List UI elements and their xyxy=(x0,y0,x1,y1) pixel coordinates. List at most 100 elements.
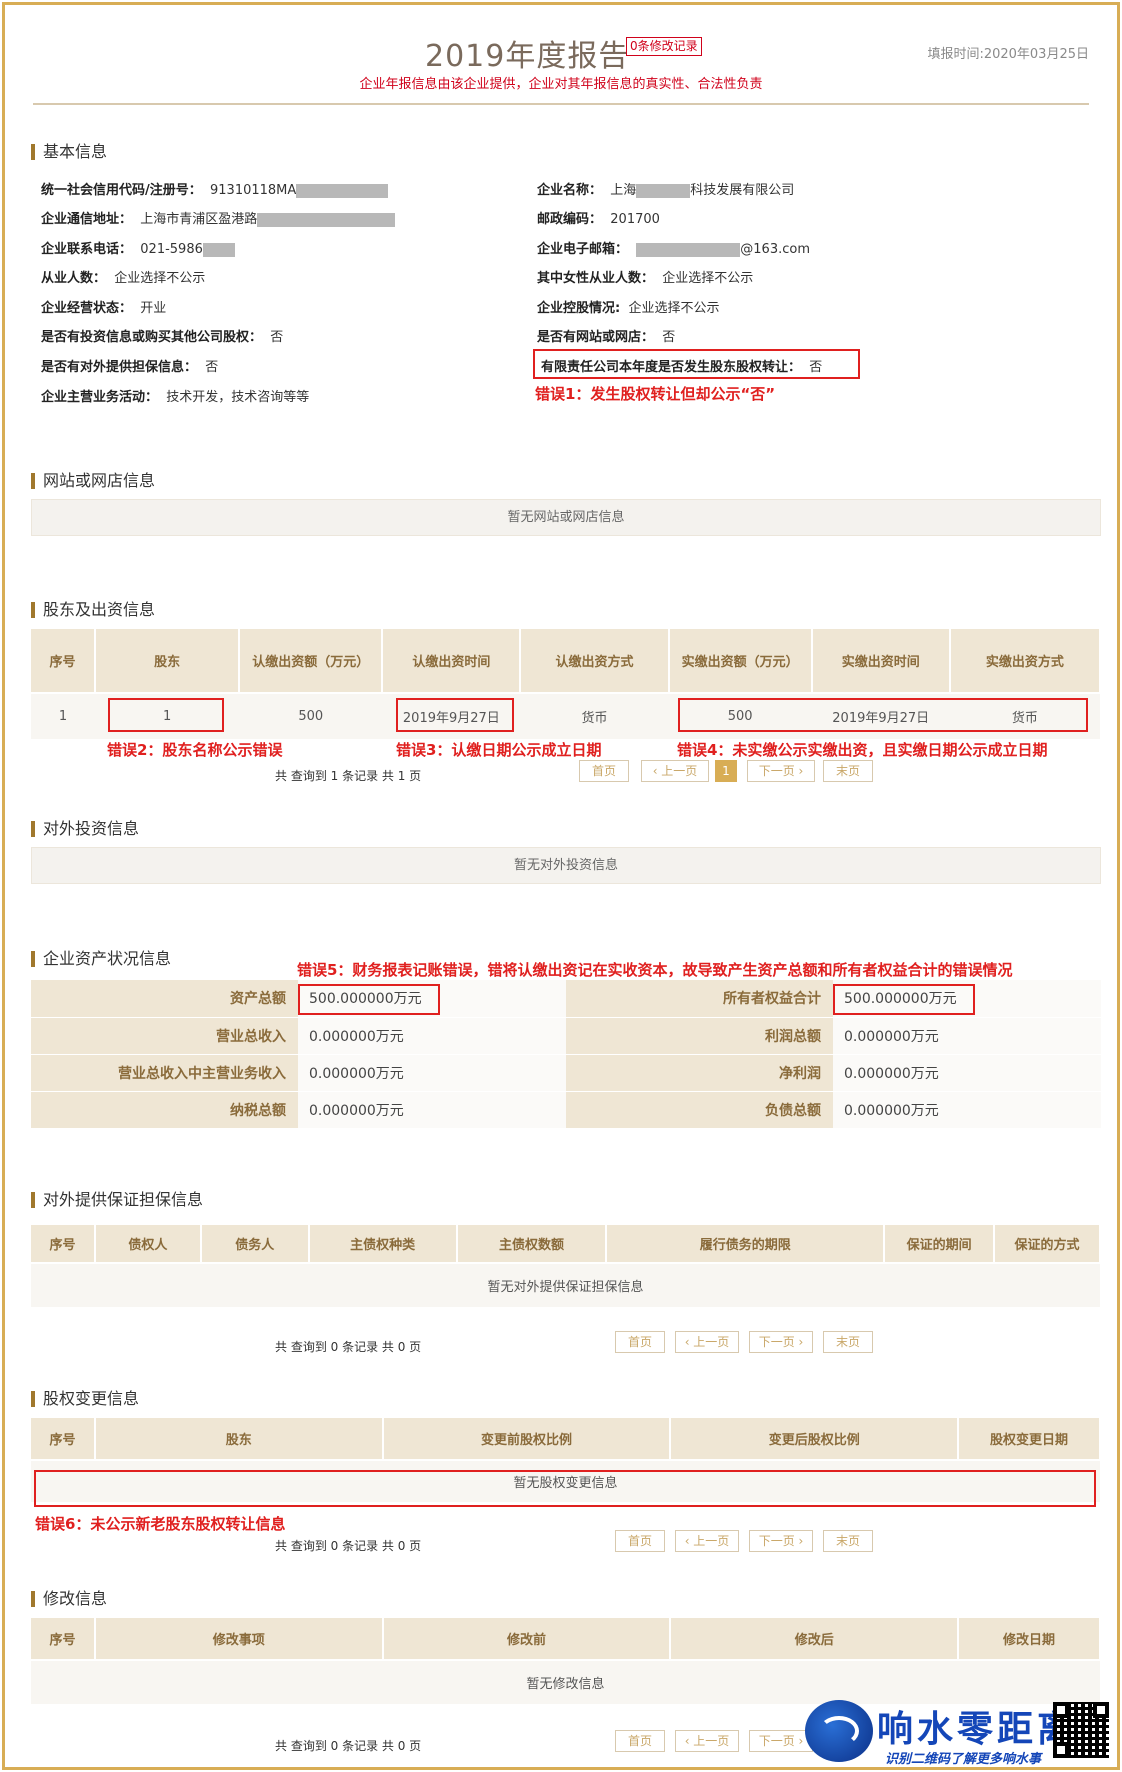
pager-last-button[interactable]: 末页 xyxy=(823,1530,873,1552)
error-highlight-box xyxy=(396,698,514,732)
col-header: 股东 xyxy=(95,629,241,693)
section-title-shareholders: 股东及出资信息 xyxy=(31,602,155,618)
field-postcode: 邮政编码： 201700 xyxy=(537,212,660,227)
asset-key: 利润总额 xyxy=(566,1017,833,1055)
pager-page-button[interactable]: 1 xyxy=(715,760,737,782)
asset-key: 营业总收入中主营业务收入 xyxy=(31,1054,298,1092)
redaction-mask xyxy=(636,242,741,257)
pager-last-button[interactable]: 末页 xyxy=(823,760,873,782)
table-row: 营业总收入 0.000000万元 利润总额 0.000000万元 xyxy=(31,1017,1101,1055)
pager-prev-button[interactable]: ‹ 上一页 xyxy=(675,1530,739,1552)
pager-first-button[interactable]: 首页 xyxy=(615,1730,665,1752)
error-label-1: 错误1：发生股权转让但却公示“否” xyxy=(535,385,776,403)
col-header: 序号 xyxy=(31,1225,96,1263)
table-row: 暂无修改信息 xyxy=(31,1659,1100,1704)
section-title-basic-info: 基本信息 xyxy=(31,144,107,160)
col-header: 保证的方式 xyxy=(994,1225,1101,1263)
table-row: 暂无对外提供保证担保信息 xyxy=(31,1262,1100,1307)
col-header: 修改前 xyxy=(382,1618,672,1660)
asset-key: 负债总额 xyxy=(566,1091,833,1129)
field-address: 企业通信地址： 上海市青浦区盈港路 xyxy=(41,208,396,227)
section-title-assets: 企业资产状况信息 xyxy=(31,951,171,967)
table-header-row: 序号 股东 变更前股权比例 变更后股权比例 股权变更日期 xyxy=(31,1418,1101,1460)
col-header: 主债权数额 xyxy=(456,1225,608,1263)
field-email: 企业电子邮箱： @163.com xyxy=(537,242,810,257)
col-header: 修改日期 xyxy=(958,1618,1101,1660)
table-row: 营业总收入中主营业务收入 0.000000万元 净利润 0.000000万元 xyxy=(31,1054,1101,1092)
error-highlight-box xyxy=(108,698,224,732)
col-header: 保证的期间 xyxy=(884,1225,996,1263)
col-header: 认缴出资额（万元） xyxy=(239,629,384,693)
col-header: 序号 xyxy=(31,629,97,693)
logo-brand-text: 响水零距离 xyxy=(877,1708,1078,1750)
pager-next-button[interactable]: 下一页 › xyxy=(749,1530,813,1552)
redaction-mask xyxy=(296,183,389,198)
table-cell: 500 xyxy=(239,692,383,739)
disclaimer-text: 企业年报信息由该企业提供，企业对其年报信息的真实性、合法性负责 xyxy=(359,77,763,92)
asset-value: 0.000000万元 xyxy=(833,1017,1101,1055)
section-title-equity-changes: 股权变更信息 xyxy=(31,1391,139,1407)
col-header: 变更后股权比例 xyxy=(670,1418,960,1460)
pager-info: 共 查询到 1 条记录 共 1 页 xyxy=(275,769,422,783)
pager-prev-button[interactable]: ‹ 上一页 xyxy=(641,760,709,782)
logo-globe-icon xyxy=(805,1700,873,1762)
error-label-6: 错误6：未公示新老股东股权转让信息 xyxy=(35,1515,286,1533)
col-header: 认缴出资时间 xyxy=(382,629,522,693)
pager-next-button[interactable]: 下一页 › xyxy=(747,760,815,782)
qr-code-icon xyxy=(1053,1702,1109,1758)
col-header: 实缴出资方式 xyxy=(949,629,1102,693)
section-title-website: 网站或网店信息 xyxy=(31,473,155,489)
field-guarantee-flag: 是否有对外提供担保信息： 否 xyxy=(41,360,219,375)
revision-count-link[interactable]: 0条修改记录 xyxy=(626,37,702,56)
col-header: 实缴出资额（万元） xyxy=(668,629,813,693)
error-highlight-box xyxy=(533,349,860,379)
field-investment-flag: 是否有投资信息或购买其他公司股权： 否 xyxy=(41,330,284,345)
redaction-mask xyxy=(636,183,691,198)
section-title-guarantees: 对外提供保证担保信息 xyxy=(31,1192,203,1208)
guarantees-table: 序号 债权人 债务人 主债权种类 主债权数额 履行债务的期限 保证的期间 保证的… xyxy=(31,1225,1101,1307)
pager-first-button[interactable]: 首页 xyxy=(579,760,629,782)
report-header: 2019年度报告 0条修改记录 填报时间:2020年03月25日 企业年报信息由… xyxy=(5,25,1117,105)
website-empty-state: 暂无网站或网店信息 xyxy=(31,499,1101,536)
table-cell: 货币 xyxy=(520,692,669,739)
pager-next-button[interactable]: 下一页 › xyxy=(749,1331,813,1353)
field-status: 企业经营状态： 开业 xyxy=(41,301,167,316)
col-header: 主债权种类 xyxy=(308,1225,458,1263)
watermark-logo: 响水零距离 识别二维码了解更多响水事 xyxy=(805,1700,1109,1767)
col-header: 序号 xyxy=(31,1618,96,1660)
asset-value: 0.000000万元 xyxy=(833,1091,1101,1129)
asset-key: 纳税总额 xyxy=(31,1091,298,1129)
pager-info: 共 查询到 0 条记录 共 0 页 xyxy=(275,1340,422,1354)
asset-value: 0.000000万元 xyxy=(298,1017,566,1055)
redaction-mask xyxy=(202,242,235,257)
redaction-mask xyxy=(257,212,396,227)
error-highlight-box xyxy=(678,698,1088,732)
asset-value: 0.000000万元 xyxy=(298,1054,566,1092)
field-female-employees: 其中女性从业人数： 企业选择不公示 xyxy=(537,271,754,286)
field-company-name: 企业名称： 上海 科技发展有限公司 xyxy=(537,183,795,198)
table-header-row: 序号 修改事项 修改前 修改后 修改日期 xyxy=(31,1618,1101,1660)
asset-key: 净利润 xyxy=(566,1054,833,1092)
asset-value: 0.000000万元 xyxy=(298,1091,566,1129)
pager-first-button[interactable]: 首页 xyxy=(615,1331,665,1353)
pager-first-button[interactable]: 首页 xyxy=(615,1530,665,1552)
error-label-5: 错误5：财务报表记账错误，错将认缴出资记在实收资本，故导致产生资产总额和所有者权… xyxy=(297,961,1013,979)
col-header: 股东 xyxy=(94,1418,384,1460)
asset-key: 资产总额 xyxy=(31,980,298,1018)
pager-prev-button[interactable]: ‹ 上一页 xyxy=(675,1730,739,1752)
col-header: 修改事项 xyxy=(94,1618,384,1660)
col-header: 认缴出资方式 xyxy=(520,629,670,693)
table-row: 纳税总额 0.000000万元 负债总额 0.000000万元 xyxy=(31,1091,1101,1129)
error-label-2: 错误2：股东名称公示错误 xyxy=(107,741,283,759)
col-header: 债权人 xyxy=(94,1225,202,1263)
table-header-row: 序号 股东 认缴出资额（万元） 认缴出资时间 认缴出资方式 实缴出资额（万元） … xyxy=(31,629,1102,693)
pager-prev-button[interactable]: ‹ 上一页 xyxy=(675,1331,739,1353)
pager-next-button[interactable]: 下一页 › xyxy=(749,1730,813,1752)
page-title: 2019年度报告 xyxy=(425,39,630,74)
modifications-table: 序号 修改事项 修改前 修改后 修改日期 暂无修改信息 xyxy=(31,1618,1101,1704)
field-employees: 从业人数： 企业选择不公示 xyxy=(41,271,206,286)
col-header: 履行债务的期限 xyxy=(606,1225,886,1263)
table-cell: 1 xyxy=(31,692,96,739)
pager-last-button[interactable]: 末页 xyxy=(823,1331,873,1353)
col-header: 股权变更日期 xyxy=(958,1418,1101,1460)
